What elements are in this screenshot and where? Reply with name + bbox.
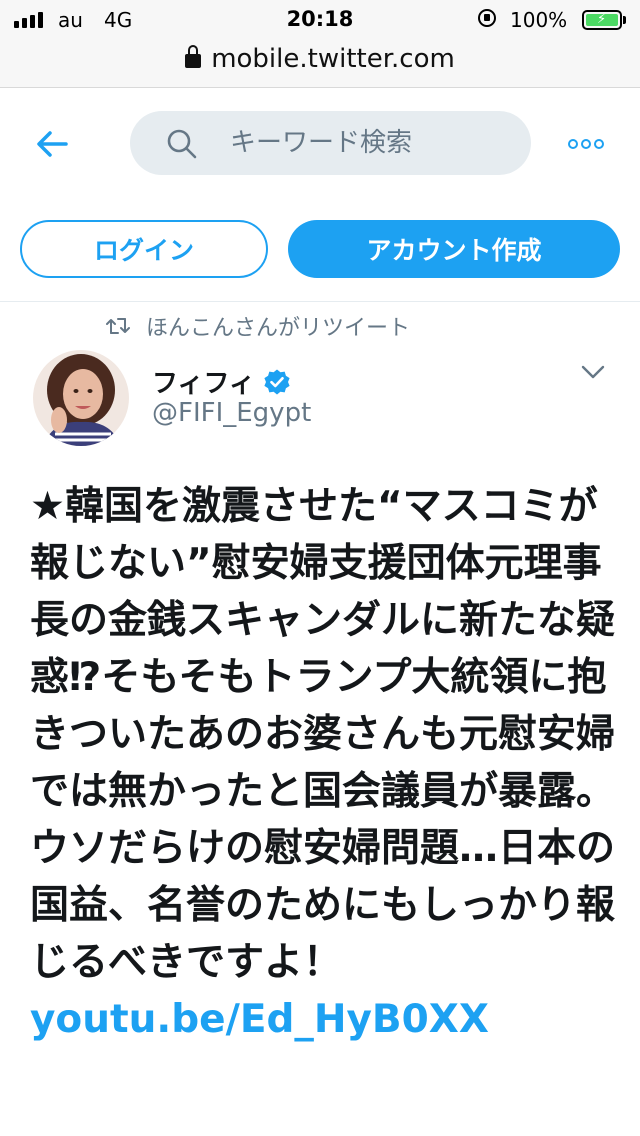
tweet-text: ★韓国を激震させた“マスコミが報じない”慰安婦支援団体元理事長の金銭スキャンダル…: [30, 478, 615, 1048]
battery-tip: [623, 16, 626, 24]
battery-percent: 100%: [510, 8, 568, 32]
url-display[interactable]: mobile.twitter.com: [0, 44, 640, 74]
login-button[interactable]: ログイン: [20, 220, 268, 278]
search-input[interactable]: [230, 111, 520, 175]
avatar[interactable]: [33, 350, 129, 446]
url-text: mobile.twitter.com: [211, 44, 455, 74]
padlock-icon: [185, 45, 202, 68]
retweet-label: ほんこんさんがリツイート: [146, 316, 411, 341]
orientation-lock-icon: [478, 9, 496, 27]
author-handle[interactable]: @FIFI_Egypt: [152, 398, 311, 428]
verified-badge-icon: [264, 369, 290, 394]
top-navigation: [0, 88, 640, 198]
tweet-body-text: ★韓国を激震させた“マスコミが報じない”慰安婦支援団体元理事長の金銭スキャンダル…: [30, 484, 616, 985]
arrow-left-icon[interactable]: [32, 124, 72, 164]
author-name: フィフィ: [152, 369, 255, 399]
status-bar: au 4G 20:18 100% ⚡: [0, 0, 640, 40]
search-box[interactable]: [130, 111, 531, 175]
charging-bolt-icon: ⚡: [597, 12, 607, 27]
author-name-row[interactable]: フィフィ: [152, 363, 291, 400]
tweet-link[interactable]: youtu.be/Ed_HyB0XX: [30, 997, 489, 1042]
divider: [0, 301, 640, 302]
battery-icon: ⚡: [582, 10, 622, 30]
create-account-button[interactable]: アカウント作成: [288, 220, 620, 278]
retweet-context[interactable]: ほんこんさんがリツイート: [106, 311, 410, 341]
chevron-down-icon[interactable]: [580, 364, 606, 380]
search-icon: [167, 129, 197, 159]
browser-address-bar[interactable]: mobile.twitter.com: [0, 40, 640, 88]
more-dots-icon[interactable]: [568, 134, 612, 154]
retweet-icon: [106, 318, 130, 334]
